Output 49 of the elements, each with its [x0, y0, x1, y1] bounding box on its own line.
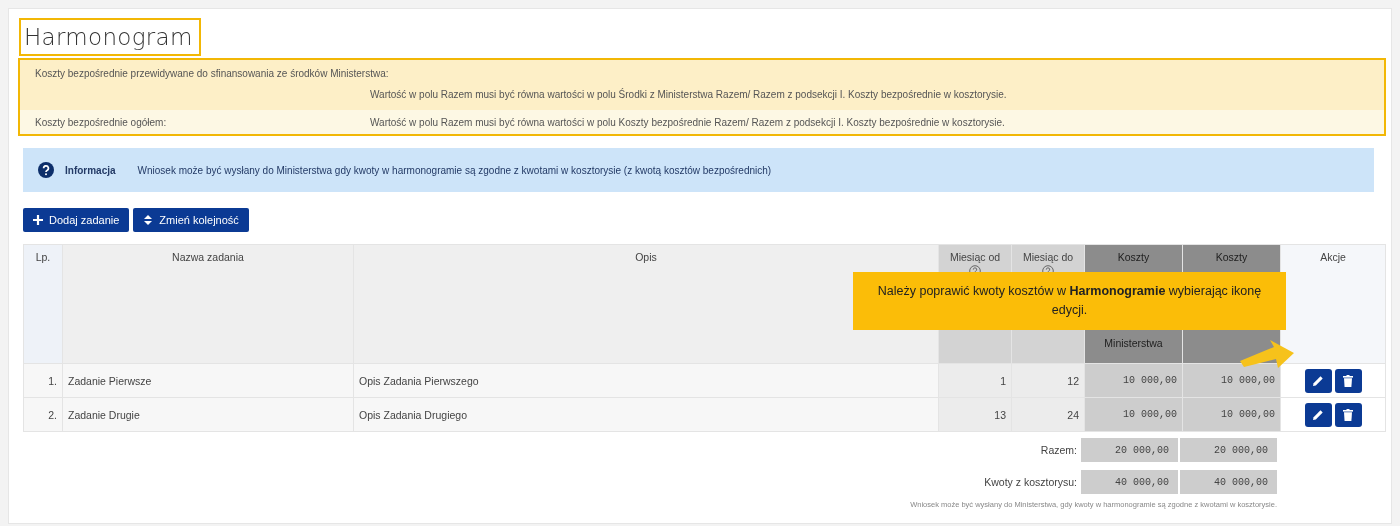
- table-cell: Opis Zadania Drugiego: [353, 397, 939, 432]
- table-cell: 2.: [23, 397, 63, 432]
- table-cell: 1.: [23, 363, 63, 398]
- table-cell: 10 000,00: [1182, 363, 1281, 398]
- notice-label: Koszty bezpośrednie ogółem:: [35, 116, 168, 128]
- info-label: Informacja: [65, 164, 116, 176]
- header-label: Koszty: [1215, 251, 1248, 263]
- toolbar-button[interactable]: Zmień kolejność: [133, 208, 249, 232]
- total-value: 20 000,00: [1081, 438, 1178, 462]
- total-value: 20 000,00: [1180, 438, 1277, 462]
- column-header: Nazwa zadania: [62, 244, 354, 364]
- total-value: 40 000,00: [1081, 470, 1178, 494]
- header-label: Miesiąc do: [1022, 251, 1074, 263]
- info-text: Wniosek może być wysłany do Ministerstwa gdy kwoty w harmonogramie są zgodne z kwotami w kosztorysie (z kwotą kosztów bezpośrednich): [137, 164, 772, 176]
- column-header: Lp.: [23, 244, 63, 364]
- notice-text: Wartość w polu Razem musi być równa wartości w polu Środki z Ministerstwa Razem/ Razem z podsekcji I. Koszty bezpośrednie w kosztorysie.: [370, 89, 1007, 100]
- notice-text: Wartość w polu Razem musi być równa wartości w polu Koszty bezpośrednie Razem/ Razem z podsekcji I. Koszty bezpośrednie w kosztorysie.: [370, 116, 1005, 128]
- edit-button[interactable]: [1304, 368, 1332, 393]
- sort-icon: [143, 215, 154, 225]
- plus-icon: [33, 215, 43, 225]
- table-cell: 24: [1011, 397, 1085, 432]
- header-label: Koszty: [1117, 251, 1150, 263]
- help-icon: [38, 162, 54, 178]
- delete-button[interactable]: [1334, 402, 1362, 427]
- notice-label: Koszty bezpośrednie przewidywane do sfinansowania ze środków Ministerstwa:: [35, 68, 389, 79]
- table-cell: 10 000,00: [1084, 397, 1183, 432]
- toolbar-button[interactable]: Dodaj zadanie: [23, 208, 130, 232]
- trash-icon: [1343, 408, 1353, 421]
- pencil-icon: [1312, 408, 1324, 421]
- table-cell: Zadanie Pierwsze: [62, 363, 354, 398]
- pencil-icon: [1312, 374, 1324, 387]
- table-cell: 13: [938, 397, 1012, 432]
- table-cell: 10 000,00: [1084, 363, 1183, 398]
- header-label: Ministerstwa: [1104, 337, 1163, 349]
- table-cell: 10 000,00: [1182, 397, 1281, 432]
- total-label: Kwoty z kosztorysu:: [984, 476, 1077, 488]
- edit-button[interactable]: [1304, 402, 1332, 427]
- table-cell: 1: [938, 363, 1012, 398]
- column-header: Akcje: [1280, 244, 1386, 364]
- total-value: 40 000,00: [1180, 470, 1277, 494]
- trash-icon: [1343, 374, 1353, 387]
- callout-note: Należy poprawić kwoty kosztów w Harmonogramie wybierając ikonę edycji.: [853, 272, 1286, 330]
- header-label: Miesiąc od: [949, 251, 1001, 263]
- table-cell: 12: [1011, 363, 1085, 398]
- table-cell: Opis Zadania Pierwszego: [353, 363, 939, 398]
- table-cell: Zadanie Drugie: [62, 397, 354, 432]
- delete-button[interactable]: [1334, 368, 1362, 393]
- page-title: Harmonogram: [24, 23, 193, 52]
- total-label: Razem:: [1040, 444, 1077, 456]
